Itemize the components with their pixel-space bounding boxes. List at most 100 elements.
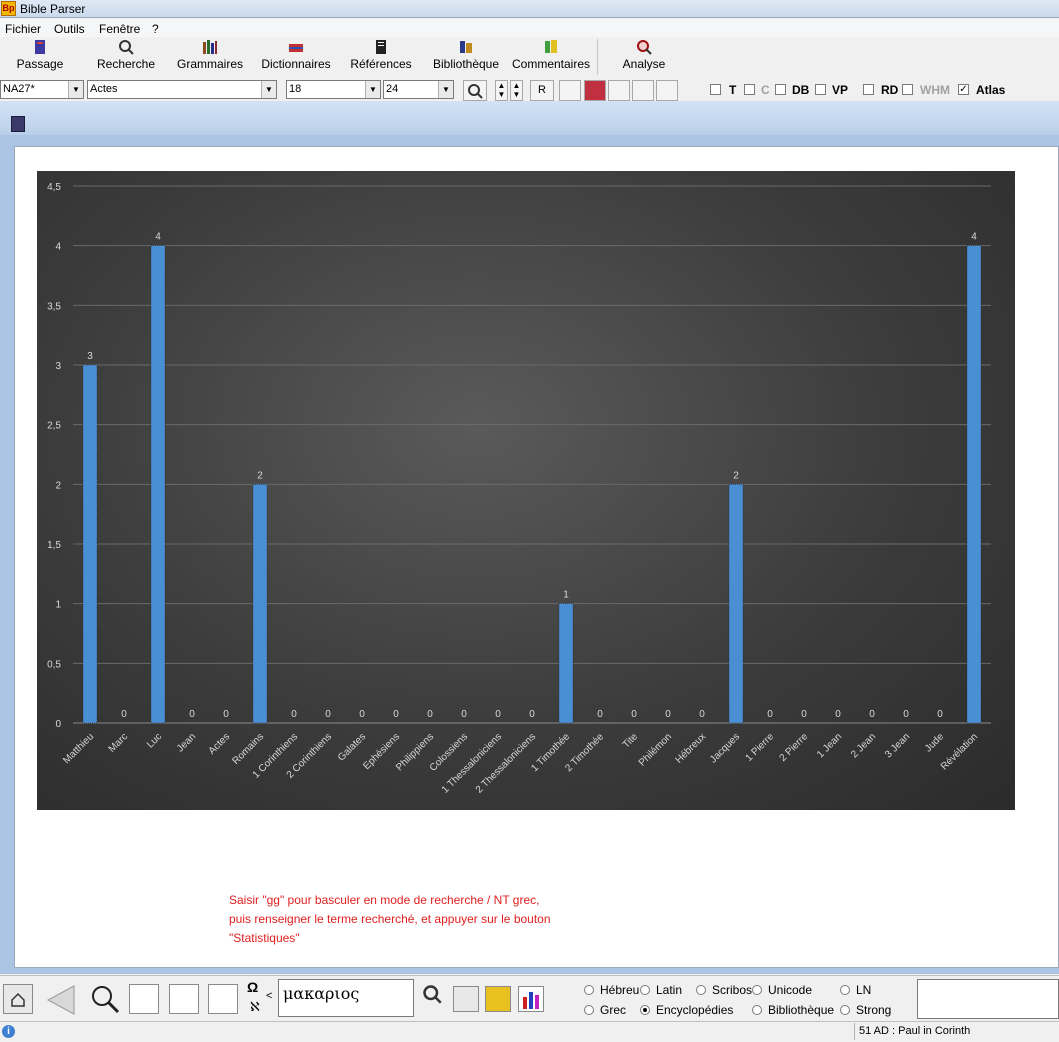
aleph-button[interactable]: ℵ [250,999,260,1015]
statistics-chart: 00,511,522,533,544,53Matthieu0Marc4Luc0J… [37,171,1015,810]
commentaires-button[interactable]: Commentaires [510,39,592,71]
chapter-select[interactable]: 18 ▼ [286,80,381,99]
radio-encyclopedies[interactable] [640,1005,650,1015]
radio-grec-label: Grec [600,1003,627,1017]
history-left-button[interactable]: < [266,990,272,1002]
menu-bar: Fichier Outils Fenêtre ? [0,19,1059,37]
r-button[interactable]: R [530,80,554,101]
side-input[interactable] [917,979,1059,1019]
checkbox-whm-label: WHM [920,83,950,97]
radio-latin-label: Latin [656,983,683,997]
search-go-button[interactable] [422,984,446,1014]
dictionary-icon [289,44,303,52]
checkbox-c[interactable] [744,84,755,95]
back-arrow-icon [46,985,75,1015]
chevron-down-icon[interactable]: ▼ [68,81,83,98]
bibliotheque-button[interactable]: Bibliothèque [430,39,502,71]
radio-ln[interactable] [840,985,850,995]
tools-icon[interactable] [632,80,654,101]
spin-up-down-1[interactable]: ▲ ▼ [495,80,508,101]
passage-button[interactable]: Passage [16,39,64,71]
x-tick-label: 1 Thessaloniciens [440,731,504,795]
recherche-button[interactable]: Recherche [96,39,156,71]
x-tick-label: 3 Jean [883,731,912,760]
back-button[interactable] [44,984,78,1015]
books-stack-icon[interactable] [584,80,606,101]
checkbox-rd-label: RD [881,83,899,97]
commentaires-label: Commentaires [511,57,591,71]
spin-up-down-2[interactable]: ▲ ▼ [510,80,523,101]
omega-button[interactable]: Ω [247,979,258,995]
chevron-down-icon[interactable]: ▼ [365,81,380,98]
document-header [0,101,1059,135]
note-line-3: "Statistiques" [229,931,300,945]
menu-fenetre[interactable]: Fenêtre [99,22,140,36]
checkbox-atlas-label: Atlas [976,83,1006,97]
info-icon: i [2,1025,15,1038]
search-input[interactable]: μακαριος [278,979,414,1017]
radio-scribos[interactable] [696,985,706,995]
radio-hebreu[interactable] [584,985,594,995]
dictionnaires-button[interactable]: Dictionnaires [259,39,333,71]
commentary-icon [545,40,557,53]
verse-select[interactable]: 24 ▼ [383,80,454,99]
radio-bibliotheque[interactable] [752,1005,762,1015]
layout-rows-button[interactable] [169,984,199,1014]
home-button[interactable] [3,984,33,1014]
document-area: 0 0,5 1 1,5 2 2,5 3 3,5 4 4,5 3 Matthieu 0 Marc 4 Luc 0 J… [0,101,1059,974]
checkbox-vp[interactable] [815,84,826,95]
instruction-note: Saisir "gg" pour basculer en mode de rec… [229,891,551,948]
chevron-down-icon[interactable]: ▼ [261,81,276,98]
menu-help[interactable]: ? [152,22,159,36]
find-button[interactable] [463,80,487,101]
radio-ln-label: LN [856,983,872,997]
analyse-label: Analyse [622,57,666,71]
grammaires-button[interactable]: Grammaires [177,39,243,71]
toolbar-separator [597,39,598,75]
bar [150,245,166,724]
radio-unicode[interactable] [752,985,762,995]
text-view-icon[interactable] [559,80,581,101]
main-toolbar: Passage Recherche Grammaires Dictionnair… [0,37,1059,79]
radio-strong[interactable] [840,1005,850,1015]
bar [82,364,98,724]
checkbox-t[interactable] [710,84,721,95]
status-text: 51 AD : Paul in Corinth [854,1023,1059,1040]
y-tick-label: 1,5 [47,540,61,551]
document-icon[interactable] [11,116,25,132]
data-label: 0 [359,709,365,720]
options-bar: NA27* ▼ Actes ▼ 18 ▼ 24 ▼ ▲ ▼ ▲ ▼ R T C DB… [0,79,1059,101]
tree-icon[interactable] [608,80,630,101]
dictionnaires-label: Dictionnaires [261,57,331,71]
grid-button[interactable] [485,986,511,1012]
checkbox-rd[interactable] [863,84,874,95]
radio-latin[interactable] [640,985,650,995]
app-icon: Bp [1,1,16,16]
menu-outils[interactable]: Outils [54,22,85,36]
data-label: 0 [903,709,909,720]
y-tick-label: 1 [55,600,61,611]
radio-grec[interactable] [584,1005,594,1015]
statistiques-button[interactable] [518,986,544,1012]
y-tick-label: 3,5 [47,301,61,312]
x-tick-label: Révélation [939,731,980,772]
disc-icon[interactable] [656,80,678,101]
menu-fichier[interactable]: Fichier [5,22,41,36]
analyse-button[interactable]: Analyse [620,39,668,71]
concordance-button[interactable] [453,986,479,1012]
chevron-down-icon[interactable]: ▼ [438,81,453,98]
checkbox-db[interactable] [775,84,786,95]
references-button[interactable]: Références [349,39,413,71]
home-icon [11,992,25,1007]
references-icon [376,40,386,54]
version-select[interactable]: NA27* ▼ [0,80,84,99]
x-tick-label: Hébreux [674,731,709,766]
zoom-button[interactable] [90,984,120,1014]
checkbox-atlas[interactable]: ✓ [958,84,969,95]
layout-windows-button[interactable] [208,984,238,1014]
document-content: 0 0,5 1 1,5 2 2,5 3 3,5 4 4,5 3 Matthieu 0 Marc 4 Luc 0 J… [14,146,1059,968]
layout-columns-button[interactable] [129,984,159,1014]
checkbox-whm[interactable] [902,84,913,95]
x-tick-label: Actes [207,731,232,756]
book-select[interactable]: Actes ▼ [87,80,277,99]
